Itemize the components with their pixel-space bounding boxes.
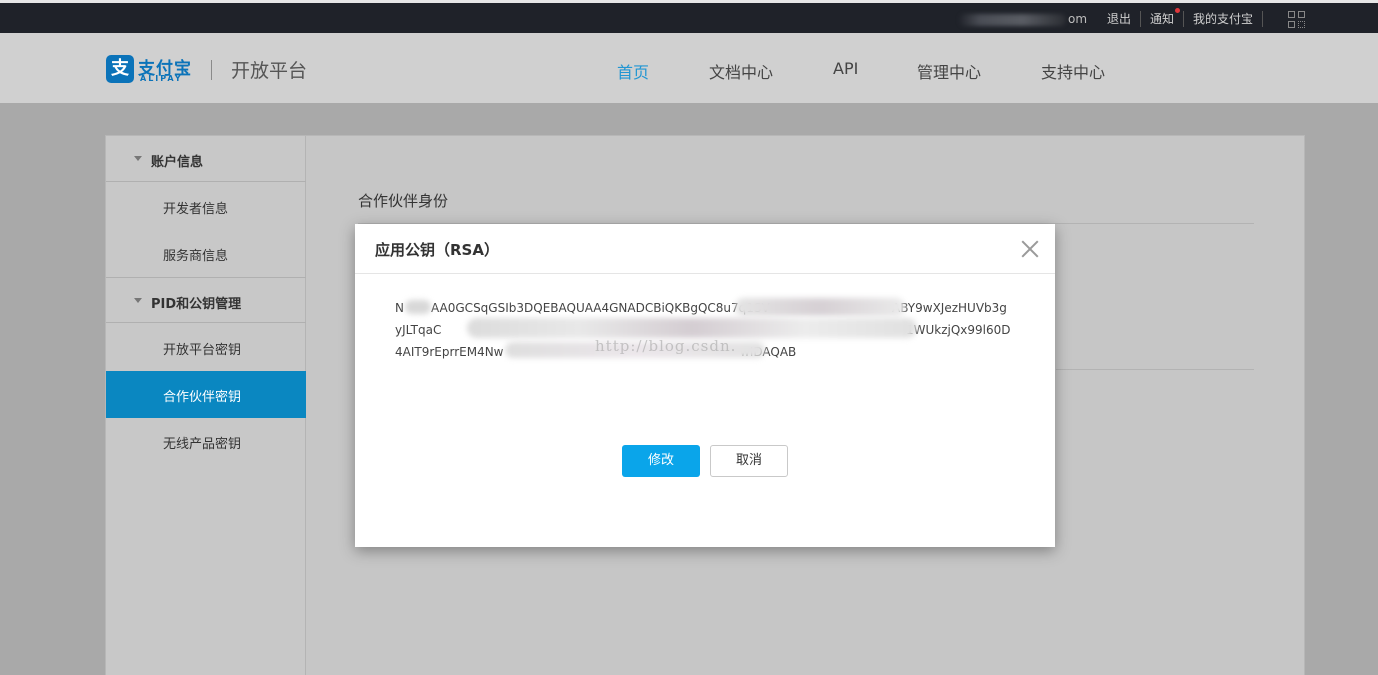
key-line3-start: 4AIT9rEprrEM4Nw xyxy=(395,345,504,359)
logo-divider xyxy=(211,60,212,80)
key-redaction xyxy=(405,300,431,314)
key-redaction xyxy=(467,318,917,338)
dialog-header: 应用公钥（RSA） xyxy=(355,224,1055,274)
alipay-logo-en: ALIPAY xyxy=(140,74,183,83)
account-suffix: om xyxy=(1068,12,1088,26)
nav-api[interactable]: API xyxy=(833,59,858,78)
sidebar-item-label: 开放平台密钥 xyxy=(163,343,242,358)
nav-support[interactable]: 支持中心 xyxy=(1041,59,1105,83)
alipay-logo[interactable]: 支 支付宝 ALIPAY xyxy=(106,55,206,85)
account-redaction xyxy=(958,14,1066,26)
notify-badge xyxy=(1175,8,1181,13)
sidebar-item-wireless-key[interactable]: 无线产品密钥 xyxy=(106,418,306,465)
key-line1-end: ABY9wXJezHUVb3g xyxy=(892,301,1007,315)
sidebar-item-label: 无线产品密钥 xyxy=(163,437,242,452)
account-name[interactable]: om xyxy=(958,11,1090,27)
cancel-button[interactable]: 取消 xyxy=(710,445,788,477)
sidebar-group-label: PID和公钥管理 xyxy=(151,297,242,312)
logout-link[interactable]: 退出 xyxy=(1098,11,1142,27)
key-line2-start: yJLTqaC xyxy=(395,323,442,337)
notify-label: 通知 xyxy=(1150,12,1175,26)
sidebar-item-provider-info[interactable]: 服务商信息 xyxy=(106,230,306,277)
sidebar-item-label: 开发者信息 xyxy=(163,202,229,217)
modify-button[interactable]: 修改 xyxy=(622,445,700,477)
sidebar: 账户信息 开发者信息 服务商信息 PID和公钥管理 开放平台密钥 合作伙伴密钥 … xyxy=(106,136,306,675)
page-title: 合作伙伴身份 xyxy=(358,192,449,210)
top-utility-bar: om 退出 通知 我的支付宝 xyxy=(0,0,1378,33)
utility-links: 退出 通知 我的支付宝 xyxy=(1098,8,1264,29)
nav-home[interactable]: 首页 xyxy=(617,59,649,83)
sidebar-item-label: 服务商信息 xyxy=(163,249,229,264)
key-line1-start: N xyxy=(395,301,404,315)
nav-management[interactable]: 管理中心 xyxy=(917,59,981,83)
sidebar-group-label: 账户信息 xyxy=(151,155,204,170)
section-divider xyxy=(1056,369,1254,370)
main-header: 支 支付宝 ALIPAY 开放平台 首页 文档中心 API 管理中心 支持中心 xyxy=(0,33,1378,103)
public-key-dialog: 应用公钥（RSA） N AA0GCSqGSIb3DQEBAQUAA4GNADCB… xyxy=(355,224,1055,547)
platform-title: 开放平台 xyxy=(231,60,308,82)
alipay-logo-icon: 支 xyxy=(106,55,134,83)
sidebar-item-partner-key[interactable]: 合作伙伴密钥 xyxy=(106,371,306,418)
caret-down-icon xyxy=(134,298,142,303)
sidebar-item-developer-info[interactable]: 开发者信息 xyxy=(106,183,306,230)
key-line1-mid: AA0GCSqGSIb3DQEBAQUAA4GNADCBiQKBgQC8u7q1… xyxy=(431,301,770,315)
close-icon[interactable] xyxy=(1019,238,1041,260)
nav-docs[interactable]: 文档中心 xyxy=(709,59,773,83)
caret-down-icon xyxy=(134,156,142,161)
dialog-title: 应用公钥（RSA） xyxy=(375,241,499,259)
qrcode-icon[interactable] xyxy=(1288,11,1306,29)
key-line2-end: 1WUkzjQx99l60D xyxy=(906,323,1011,337)
sidebar-item-open-platform-key[interactable]: 开放平台密钥 xyxy=(106,324,306,371)
notify-link[interactable]: 通知 xyxy=(1141,8,1185,27)
sidebar-group-pid-keys[interactable]: PID和公钥管理 xyxy=(106,277,306,323)
sidebar-group-account[interactable]: 账户信息 xyxy=(106,136,306,182)
watermark: http://blog.csdn. xyxy=(595,337,737,355)
sidebar-item-label: 合作伙伴密钥 xyxy=(163,390,242,405)
key-redaction xyxy=(735,298,905,316)
my-alipay-link[interactable]: 我的支付宝 xyxy=(1184,11,1264,27)
